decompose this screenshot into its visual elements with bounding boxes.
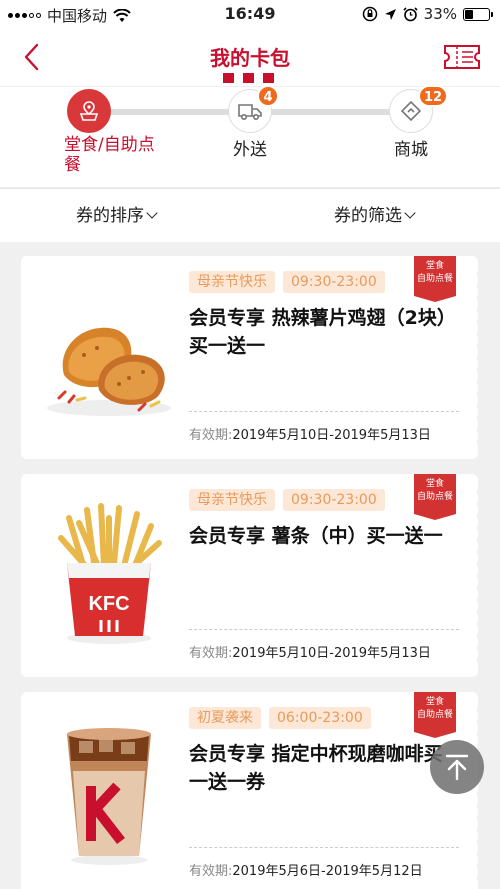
kcoffee-iced-latte-image [67, 728, 151, 865]
coupon-validity: 有效期:2019年5月6日-2019年5月12日 [189, 860, 423, 879]
tab-dine-in-circle [67, 89, 111, 133]
dine-in-corner-badge: 堂食 自助点餐 [414, 256, 456, 302]
validity-dates: 2019年5月10日-2019年5月13日 [232, 646, 431, 661]
validity-label: 有效期: [189, 646, 233, 661]
tab-dine-in[interactable]: 堂食/自助点餐 [24, 87, 155, 188]
tab-label: 商城 [394, 140, 428, 160]
coupon-tags: 母亲节快乐 09:30-23:00 [189, 489, 385, 511]
kfc-stripes-decoration [223, 73, 274, 83]
corner-badge-line: 堂食 [425, 479, 444, 489]
coupon-tags: 初夏袭来 06:00-23:00 [189, 707, 371, 729]
chevron-down-icon [146, 207, 158, 219]
corner-badge-line: 自助点餐 [416, 274, 453, 284]
sort-filter-bar: 券的排序 券的筛选 [0, 188, 500, 242]
corner-badge-line: 自助点餐 [416, 492, 453, 502]
sort-label: 券的排序 [76, 206, 144, 226]
coupon-title: 会员专享 指定中杯现磨咖啡买一送一券 [189, 743, 443, 793]
coupon-tag: 母亲节快乐 [189, 489, 275, 511]
chevron-left-icon [24, 43, 39, 71]
page-title: 我的卡包 [210, 46, 290, 70]
corner-badge-line: 堂食 [425, 697, 444, 707]
coupon-title: 会员专享 热辣薯片鸡翅（2块）买一送一 [189, 307, 447, 357]
back-button[interactable] [18, 42, 46, 72]
filter-button[interactable]: 券的筛选 [334, 189, 416, 243]
coupon-divider [189, 411, 459, 412]
coupon-list: 母亲节快乐 09:30-23:00 堂食 自助点餐 会员专享 热辣薯片鸡翅（2块… [0, 242, 500, 889]
status-bar: 中国移动 16:49 33% [0, 0, 500, 30]
coupon-title: 会员专享 薯条（中）买一送一 [189, 525, 443, 547]
status-right: 33% [362, 5, 493, 23]
corner-badge-line: 自助点餐 [416, 710, 453, 720]
coupon-time-tag: 06:00-23:00 [269, 707, 371, 729]
alarm-icon [403, 6, 418, 21]
tab-badge: 4 [257, 85, 279, 107]
service-tabs: 堂食/自助点餐 4 外送 12 商城 [0, 85, 500, 188]
chevron-down-icon [404, 207, 416, 219]
kfc-fries-image: KFC [58, 503, 162, 644]
coupon-divider [189, 847, 459, 848]
coupon-divider [189, 629, 459, 630]
tab-delivery[interactable]: 4 外送 [185, 85, 315, 188]
battery-percent: 33% [423, 5, 457, 23]
coupon-tag: 初夏袭来 [189, 707, 261, 729]
coupon-time-tag: 09:30-23:00 [283, 271, 385, 293]
coupon-card[interactable]: KFC 母亲节快乐 09:30-23:00 堂食 自助点餐 会员专享 薯条（中）… [21, 474, 481, 677]
battery-icon [463, 7, 493, 21]
coupon-validity: 有效期:2019年5月10日-2019年5月13日 [189, 424, 431, 443]
store-pin-icon [79, 101, 99, 121]
ticket-button[interactable] [442, 42, 482, 72]
coupon-tags: 母亲节快乐 09:30-23:00 [189, 271, 385, 293]
scroll-to-top-button[interactable] [430, 740, 484, 794]
ticket-icon [444, 45, 480, 69]
svg-text:KFC: KFC [88, 593, 129, 615]
coupon-card[interactable]: 母亲节快乐 09:30-23:00 堂食 自助点餐 会员专享 热辣薯片鸡翅（2块… [21, 256, 481, 459]
validity-label: 有效期: [189, 864, 233, 879]
dine-in-corner-badge: 堂食 自助点餐 [414, 692, 456, 738]
tab-badge: 12 [418, 85, 449, 107]
sort-button[interactable]: 券的排序 [76, 189, 158, 243]
coupon-card[interactable]: 初夏袭来 06:00-23:00 堂食 自助点餐 会员专享 指定中杯现磨咖啡买一… [21, 692, 481, 889]
rotation-lock-icon [362, 6, 377, 22]
corner-badge-line: 堂食 [425, 261, 444, 271]
validity-dates: 2019年5月10日-2019年5月13日 [232, 428, 431, 443]
tab-label: 外送 [233, 140, 267, 160]
coupon-time-tag: 09:30-23:00 [283, 489, 385, 511]
arrow-up-to-top-icon [445, 754, 469, 781]
filter-label: 券的筛选 [334, 206, 402, 226]
nav-header: 我的卡包 [0, 30, 500, 86]
validity-dates: 2019年5月6日-2019年5月12日 [232, 864, 423, 879]
coupon-validity: 有效期:2019年5月10日-2019年5月13日 [189, 642, 431, 661]
tab-shop[interactable]: 12 商城 [346, 85, 476, 188]
fried-chicken-wings-image [47, 327, 171, 416]
dine-in-corner-badge: 堂食 自助点餐 [414, 474, 456, 520]
location-arrow-icon [384, 8, 396, 20]
battery-level-fill [465, 9, 473, 19]
validity-label: 有效期: [189, 428, 233, 443]
coupon-tag: 母亲节快乐 [189, 271, 275, 293]
tab-label: 堂食/自助点餐 [64, 135, 155, 175]
